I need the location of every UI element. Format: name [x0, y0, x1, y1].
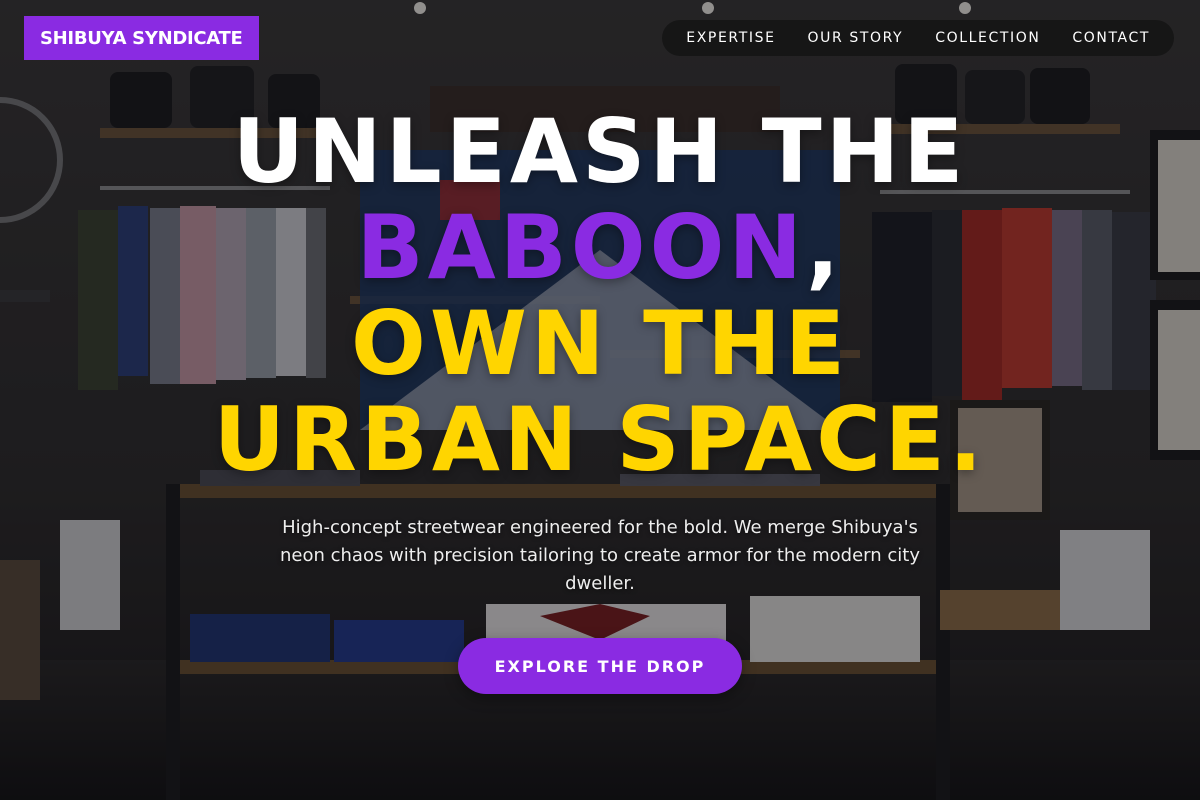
nav-item-contact[interactable]: CONTACT	[1056, 20, 1166, 56]
nav-item-expertise[interactable]: EXPERTISE	[670, 20, 791, 56]
nav-item-collection[interactable]: COLLECTION	[919, 20, 1056, 56]
headline-line-2: BABOON,	[0, 200, 1200, 296]
nav-item-our-story[interactable]: OUR STORY	[792, 20, 920, 56]
headline-line-3: OWN THE	[351, 292, 849, 395]
hero-headline: UNLEASH THE BABOON, OWN THE URBAN SPACE.	[0, 104, 1200, 488]
headline-line-4: URBAN SPACE.	[213, 388, 987, 491]
hero-subtext: High-concept streetwear engineered for t…	[279, 517, 920, 594]
main-navigation: EXPERTISE OUR STORY COLLECTION CONTACT	[662, 20, 1174, 56]
brand-logo[interactable]: SHIBUYA SYNDICATE	[24, 16, 259, 60]
headline-comma: ,	[806, 196, 844, 299]
headline-highlight: BABOON	[356, 196, 807, 299]
headline-line-1: UNLEASH THE	[232, 100, 968, 203]
landing-page: SHIBUYA SYNDICATE EXPERTISE OUR STORY CO…	[0, 0, 1200, 800]
explore-drop-button[interactable]: EXPLORE THE DROP	[458, 638, 742, 694]
